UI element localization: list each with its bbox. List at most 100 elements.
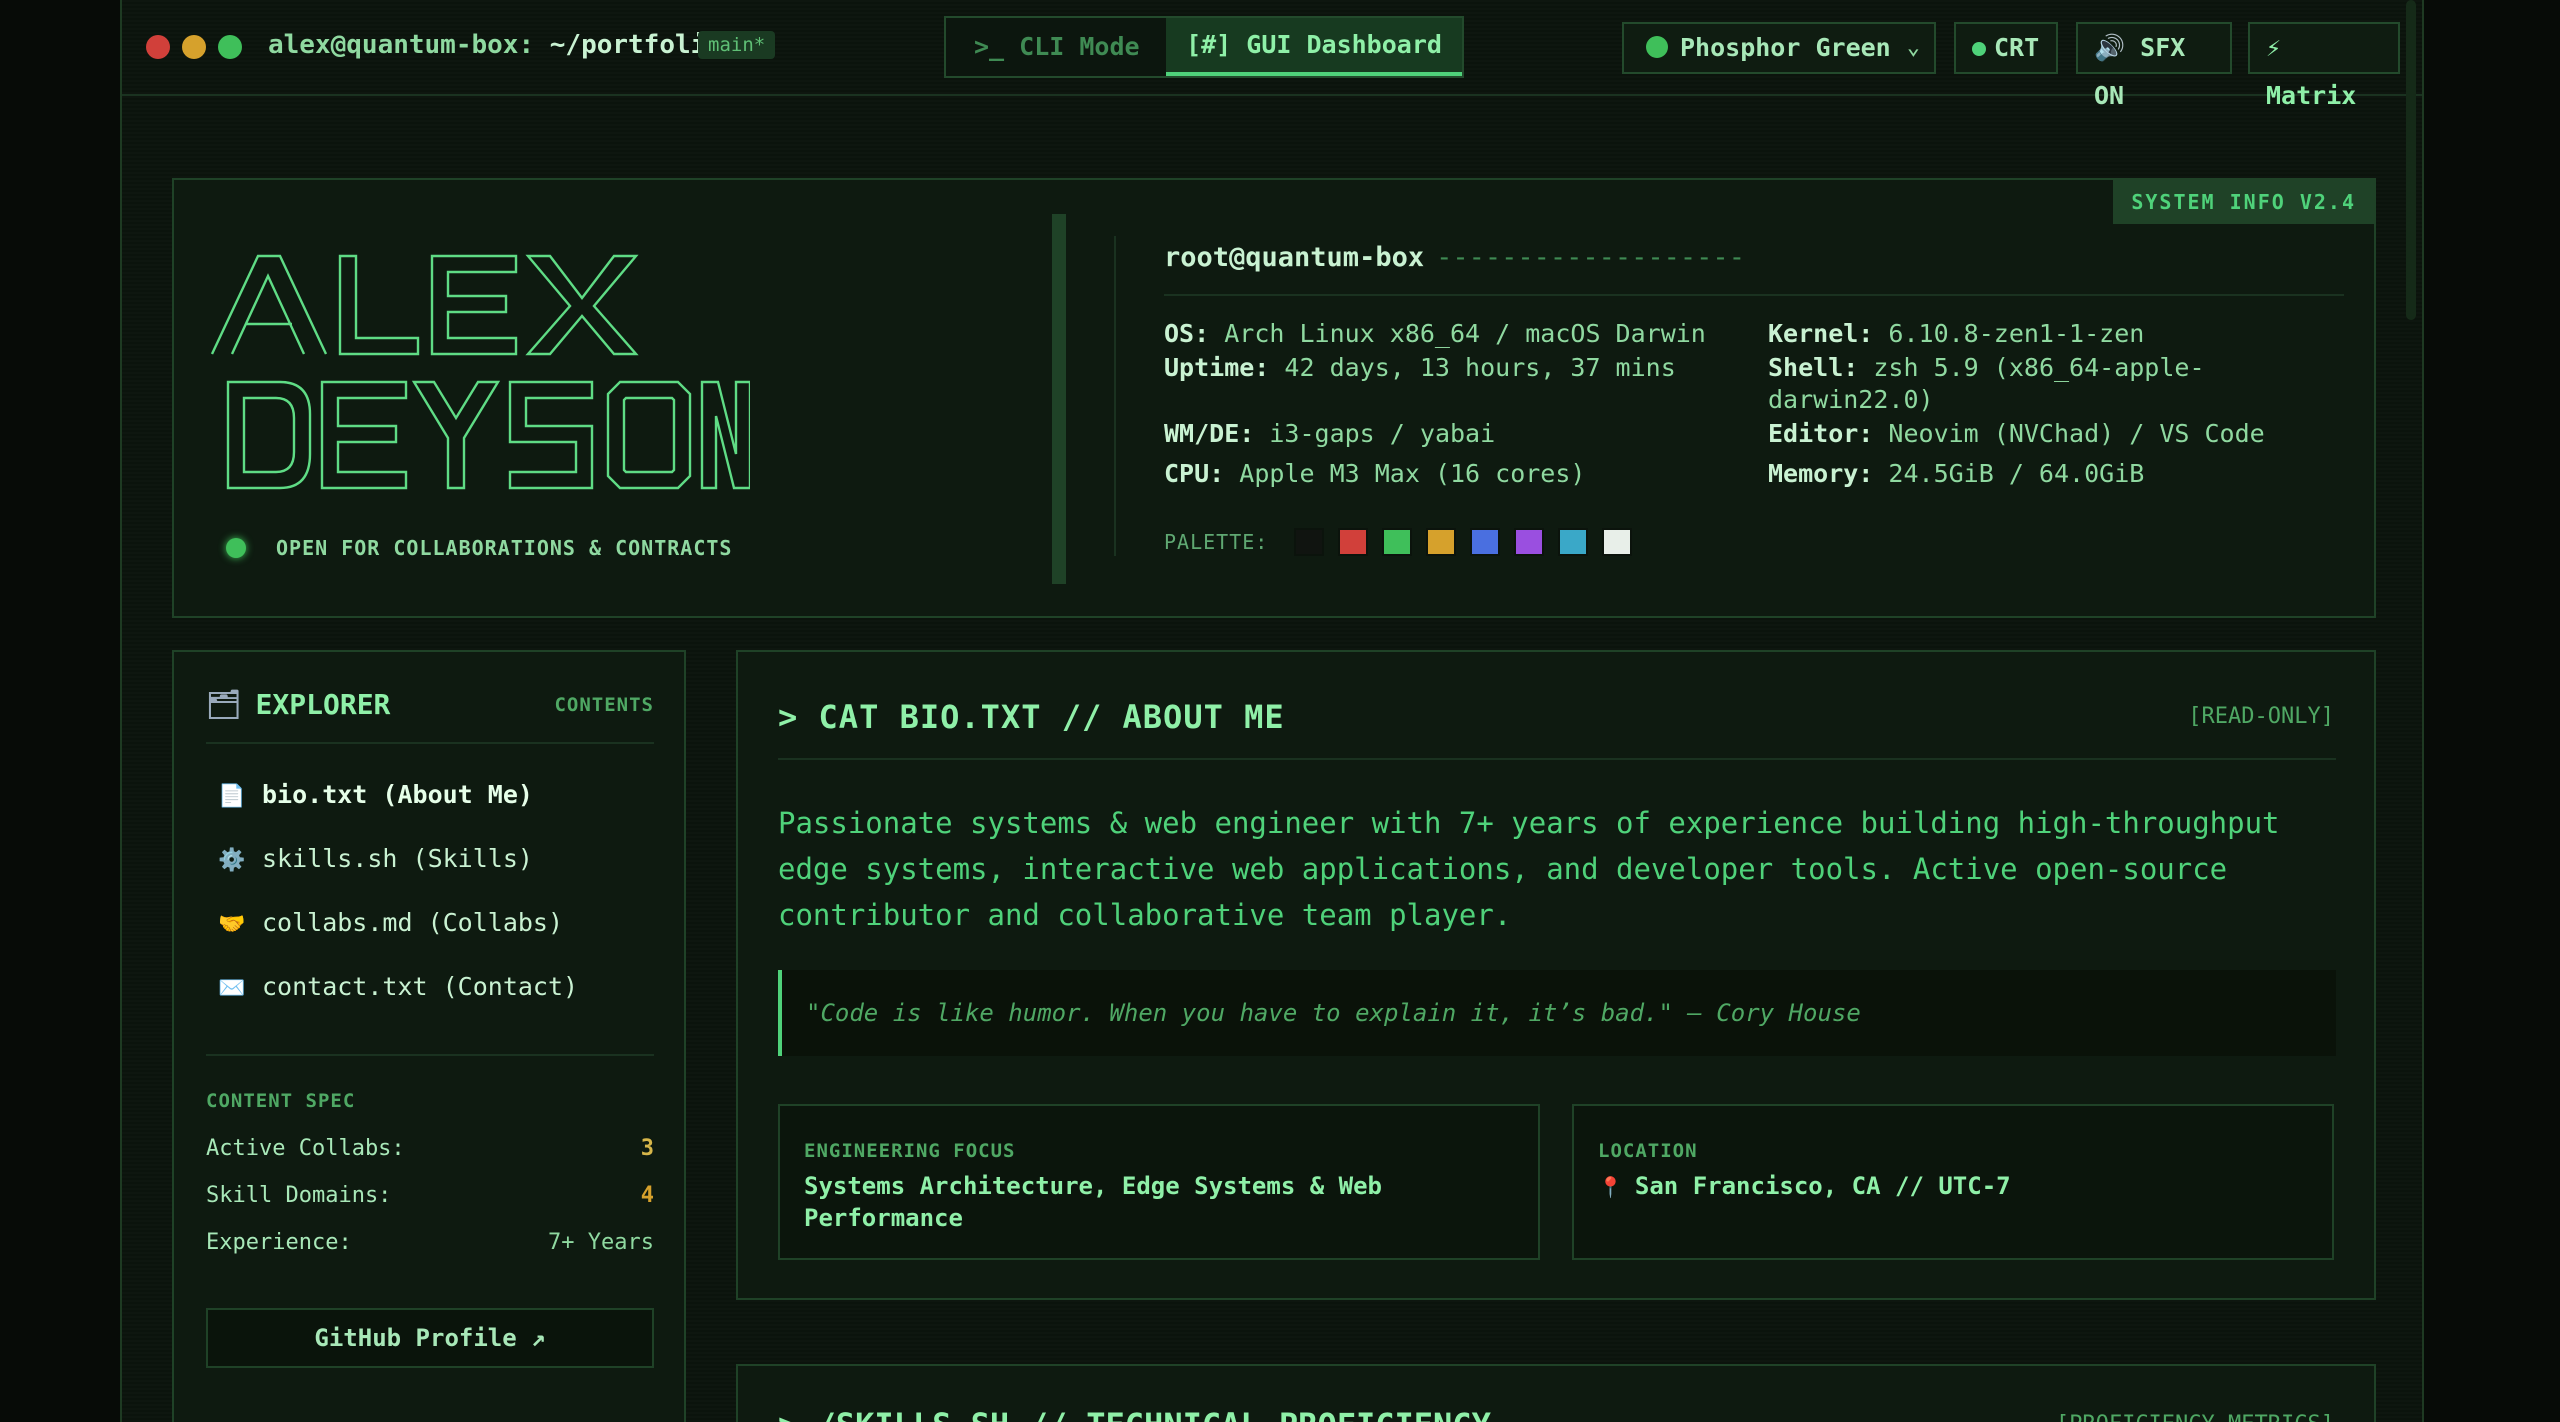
mode-toggle: >_ CLI Mode [#] GUI Dashboard [944,16,1464,78]
content-spec-title: CONTENT SPEC [206,1090,356,1112]
palette-label: PALETTE: [1164,530,1269,554]
read-only-badge: [READ-ONLY] [2188,704,2334,729]
hostname-text: root@quantum-box [1164,242,1425,273]
card-label: LOCATION [1598,1140,1698,1162]
sfx-toggle-button[interactable]: 🔊 SFX ON [2076,22,2232,110]
spec-value: 4 [640,1183,654,1208]
hostname-separator [1164,294,2344,296]
explorer-item-bio[interactable]: 📄 bio.txt (About Me) [218,780,533,809]
explorer-title: 🗂 EXPLORER [206,688,390,721]
system-info-badge: SYSTEM INFO V2.4 [2113,180,2374,224]
git-branch-badge: main* [698,31,776,59]
info-shell: Shell: zsh 5.9 (x86_64-apple-darwin22.0) [1768,352,2205,416]
info-key: WM/DE: [1164,419,1255,448]
crt-dot-icon [1972,42,1986,56]
explorer-sidebar: 🗂 EXPLORER CONTENTS 📄 bio.txt (About Me) ⚙… [172,650,686,1422]
gear-icon: ⚙️ [218,848,246,873]
skills-tag: [PROFICIENCY METRICS] [2056,1412,2334,1422]
availability-status: OPEN FOR COLLABORATIONS & CONTRACTS [226,536,732,560]
card-value: Systems Architecture, Edge Systems & Web… [804,1172,1382,1232]
info-key: Kernel: [1768,319,1874,348]
info-os: OS: Arch Linux x86_64 / macOS Darwin [1164,318,1706,350]
about-title: > CAT BIO.TXT // ABOUT ME [778,698,1285,736]
info-value: zsh 5.9 (x86_64-apple- [1873,353,2205,382]
panel-divider [1052,214,1066,584]
top-bar: alex@quantum-box: ~/portfolio main* >_ C… [122,0,2422,110]
info-editor: Editor: Neovim (NVChad) / VS Code [1768,418,2265,450]
info-value-cont: darwin22.0) [1768,385,1934,414]
info-key: Editor: [1768,419,1874,448]
theme-label: Phosphor Green [1680,33,1891,62]
explorer-item-label: bio.txt (About Me) [262,780,533,809]
palette-swatch [1602,528,1632,556]
info-value: Apple M3 Max (16 cores) [1239,459,1586,488]
status-dot-icon [226,537,246,558]
status-text: OPEN FOR COLLABORATIONS & CONTRACTS [276,536,733,560]
envelope-icon: ✉️ [218,976,246,1001]
explorer-title-text: EXPLORER [255,688,391,721]
card-value: 📍 San Francisco, CA // UTC-7 [1598,1170,2298,1203]
theme-color-dot-icon [1646,36,1668,58]
user-host: alex@quantum-box: [268,30,535,60]
info-value: Neovim (NVChad) / VS Code [1888,419,2265,448]
palette-swatch [1514,528,1544,556]
about-separator [778,758,2336,760]
info-value: 6.10.8-zen1-1-zen [1888,319,2145,348]
explorer-separator [206,742,654,744]
palette-swatch [1558,528,1588,556]
window-minimize-dot[interactable] [182,35,206,59]
cli-mode-button[interactable]: >_ CLI Mode [974,18,1140,76]
explorer-item-contact[interactable]: ✉️ contact.txt (Contact) [218,972,578,1001]
spec-experience: Experience: 7+ Years [206,1230,654,1255]
page-scrollbar[interactable] [2406,0,2416,320]
info-key: Memory: [1768,459,1874,488]
explorer-item-collabs[interactable]: 🤝 collabs.md (Collabs) [218,908,563,937]
spec-value: 3 [640,1136,654,1161]
info-key: CPU: [1164,459,1225,488]
crt-label: CRT [1994,33,2040,62]
crt-toggle-button[interactable]: CRT [1954,22,2058,74]
hostname-dashes: ------------------- [1436,242,1745,273]
explorer-item-skills[interactable]: ⚙️ skills.sh (Skills) [218,844,533,873]
current-dir: ~/portfolio [549,30,722,60]
about-quote: "Code is like humor. When you have to ex… [778,970,2336,1056]
location-text: San Francisco, CA // UTC-7 [1634,1172,2011,1200]
contents-label: CONTENTS [554,694,654,716]
window-maximize-dot[interactable] [218,35,242,59]
explorer-separator [206,1054,654,1056]
panel-divider-line [1114,236,1116,556]
info-value: 24.5GiB / 64.0GiB [1888,459,2145,488]
explorer-item-label: collabs.md (Collabs) [262,908,564,937]
skills-panel: > /SKILLS.SH // TECHNICAL PROFICIENCY [P… [736,1364,2376,1422]
spec-skill-domains: Skill Domains: 4 [206,1183,654,1208]
explorer-item-label: contact.txt (Contact) [262,972,579,1001]
spec-value: 7+ Years [548,1230,654,1255]
window-close-dot[interactable] [146,35,170,59]
palette-swatch [1338,528,1368,556]
palette-swatch [1426,528,1456,556]
engineering-focus-card: ENGINEERING FOCUS Systems Architecture, … [778,1104,1540,1260]
matrix-toggle-button[interactable]: ⚡ Matrix [2248,22,2400,110]
about-body: Passionate systems & web engineer with 7… [778,806,2280,932]
info-cpu: CPU: Apple M3 Max (16 cores) [1164,458,1585,490]
info-kernel: Kernel: 6.10.8-zen1-1-zen [1768,318,2144,350]
info-key: Uptime: [1164,353,1270,382]
gui-dashboard-button[interactable]: [#] GUI Dashboard [1166,18,1462,76]
skills-title: > /SKILLS.SH // TECHNICAL PROFICIENCY [778,1406,1491,1422]
app-frame: alex@quantum-box: ~/portfolio main* >_ C… [120,0,2424,1422]
handshake-icon: 🤝 [218,912,246,937]
github-profile-button[interactable]: GitHub Profile ↗ [206,1308,654,1368]
palette-swatch [1470,528,1500,556]
palette-swatch [1382,528,1412,556]
theme-select[interactable]: Phosphor Green ⌄ [1622,22,1936,74]
file-icon: 📄 [218,784,246,809]
pin-icon: 📍 [1598,1175,1623,1199]
palette-swatch [1294,528,1324,556]
terminal-path: alex@quantum-box: ~/portfolio [268,30,722,60]
spec-key: Skill Domains: [206,1183,392,1208]
info-key: Shell: [1768,353,1859,382]
info-value: 42 days, 13 hours, 37 mins [1284,353,1676,382]
info-uptime: Uptime: 42 days, 13 hours, 37 mins [1164,352,1676,384]
hostname: root@quantum-box ------------------- [1164,242,1745,273]
info-value: Arch Linux x86_64 / macOS Darwin [1224,319,1706,348]
